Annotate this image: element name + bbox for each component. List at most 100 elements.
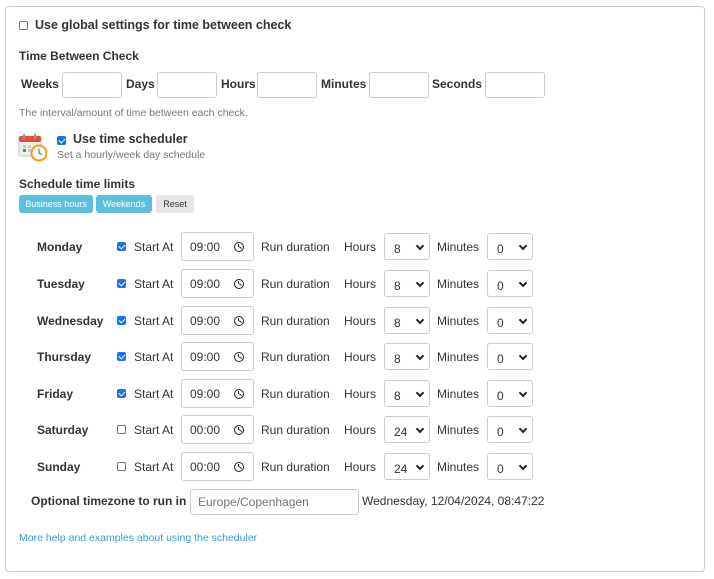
days-label: Days	[126, 77, 155, 91]
minutes-label: Minutes	[437, 314, 480, 328]
business-hours-button[interactable]: Business hours	[19, 195, 93, 213]
minutes-label: Minutes	[321, 77, 367, 91]
minutes-label: Minutes	[437, 240, 480, 254]
hours-value: 8	[394, 389, 401, 403]
chevron-down-icon	[518, 241, 528, 251]
day-enabled-checkbox[interactable]	[117, 279, 126, 288]
day-enabled-checkbox[interactable]	[117, 242, 126, 251]
clock-icon[interactable]	[234, 242, 244, 252]
hours-value: 8	[394, 242, 401, 256]
hours-value: 8	[394, 352, 401, 366]
start-time-value: 09:00	[190, 240, 221, 254]
start-time-input[interactable]: 09:00	[181, 232, 254, 261]
day-enabled-checkbox[interactable]	[117, 462, 126, 471]
weeks-label: Weeks	[21, 77, 59, 91]
run-duration-label: Run duration	[261, 240, 330, 254]
hours-input[interactable]	[257, 72, 317, 98]
scheduler-help-link[interactable]: More help and examples about using the s…	[19, 532, 257, 544]
chevron-down-icon	[415, 278, 425, 288]
start-time-input[interactable]: 09:00	[181, 342, 254, 371]
minutes-value: 0	[497, 389, 504, 403]
minutes-select[interactable]: 0	[487, 270, 533, 297]
hours-select[interactable]: 8	[384, 380, 430, 407]
hours-label: Hours	[344, 314, 377, 328]
weekends-button[interactable]: Weekends	[96, 195, 152, 213]
start-time-input[interactable]: 00:00	[181, 452, 254, 481]
minutes-select[interactable]: 0	[487, 453, 533, 480]
day-label: Sunday	[37, 460, 81, 474]
start-time-value: 09:00	[190, 314, 221, 328]
minutes-label: Minutes	[437, 387, 480, 401]
seconds-label: Seconds	[432, 77, 483, 91]
minutes-select[interactable]: 0	[487, 233, 533, 260]
start-time-input[interactable]: 09:00	[181, 379, 254, 408]
start-time-value: 09:00	[190, 387, 221, 401]
hours-value: 24	[394, 462, 408, 476]
minutes-label: Minutes	[437, 277, 480, 291]
timezone-label: Optional timezone to run in	[31, 494, 187, 508]
minutes-select[interactable]: 0	[487, 343, 533, 370]
run-duration-label: Run duration	[261, 460, 330, 474]
hours-select[interactable]: 8	[384, 307, 430, 334]
hours-label: Hours	[344, 277, 377, 291]
global-settings-label: Use global settings for time between che…	[35, 18, 292, 32]
timezone-input[interactable]	[190, 489, 359, 515]
clock-icon[interactable]	[234, 352, 244, 362]
day-label: Wednesday	[37, 314, 104, 328]
global-settings-checkbox[interactable]	[19, 21, 28, 30]
days-input[interactable]	[157, 72, 217, 98]
reset-button[interactable]: Reset	[156, 195, 194, 213]
day-label: Thursday	[37, 350, 92, 364]
hours-value: 8	[394, 316, 401, 330]
day-enabled-checkbox[interactable]	[117, 389, 126, 398]
start-time-input[interactable]: 09:00	[181, 306, 254, 335]
weeks-input[interactable]	[62, 72, 122, 98]
day-label: Monday	[37, 240, 83, 254]
schedule-limits-title: Schedule time limits	[19, 177, 136, 191]
start-at-label: Start At	[134, 314, 174, 328]
minutes-input[interactable]	[369, 72, 429, 98]
seconds-input[interactable]	[485, 72, 545, 98]
hours-label: Hours	[344, 387, 377, 401]
hours-select[interactable]: 24	[384, 453, 430, 480]
clock-icon[interactable]	[234, 316, 244, 326]
clock-icon[interactable]	[234, 462, 244, 472]
minutes-select[interactable]: 0	[487, 416, 533, 443]
clock-icon[interactable]	[234, 279, 244, 289]
clock-icon[interactable]	[234, 389, 244, 399]
hours-select[interactable]: 8	[384, 270, 430, 297]
hours-select[interactable]: 8	[384, 343, 430, 370]
hours-select[interactable]: 24	[384, 416, 430, 443]
interval-help-text: The interval/amount of time between each…	[19, 107, 248, 119]
chevron-down-icon	[518, 351, 528, 361]
minutes-label: Minutes	[437, 460, 480, 474]
chevron-down-icon	[415, 351, 425, 361]
chevron-down-icon	[415, 388, 425, 398]
day-label: Saturday	[37, 423, 89, 437]
use-scheduler-checkbox[interactable]	[57, 136, 66, 145]
start-time-input[interactable]: 09:00	[181, 269, 254, 298]
chevron-down-icon	[415, 424, 425, 434]
start-time-value: 00:00	[190, 460, 221, 474]
use-scheduler-label: Use time scheduler	[73, 132, 188, 146]
clock-icon[interactable]	[234, 425, 244, 435]
minutes-value: 0	[497, 462, 504, 476]
hours-select[interactable]: 8	[384, 233, 430, 260]
hours-label: Hours	[344, 240, 377, 254]
run-duration-label: Run duration	[261, 423, 330, 437]
start-time-value: 09:00	[190, 350, 221, 364]
day-enabled-checkbox[interactable]	[117, 425, 126, 434]
chevron-down-icon	[518, 388, 528, 398]
day-enabled-checkbox[interactable]	[117, 352, 126, 361]
start-time-value: 09:00	[190, 277, 221, 291]
start-time-input[interactable]: 00:00	[181, 415, 254, 444]
minutes-select[interactable]: 0	[487, 380, 533, 407]
day-label: Friday	[37, 387, 74, 401]
hours-value: 24	[394, 425, 408, 439]
day-enabled-checkbox[interactable]	[117, 316, 126, 325]
current-time-display: Wednesday, 12/04/2024, 08:47:22	[362, 494, 545, 508]
start-at-label: Start At	[134, 460, 174, 474]
hours-label: Hours	[344, 350, 377, 364]
minutes-select[interactable]: 0	[487, 307, 533, 334]
day-label: Tuesday	[37, 277, 85, 291]
